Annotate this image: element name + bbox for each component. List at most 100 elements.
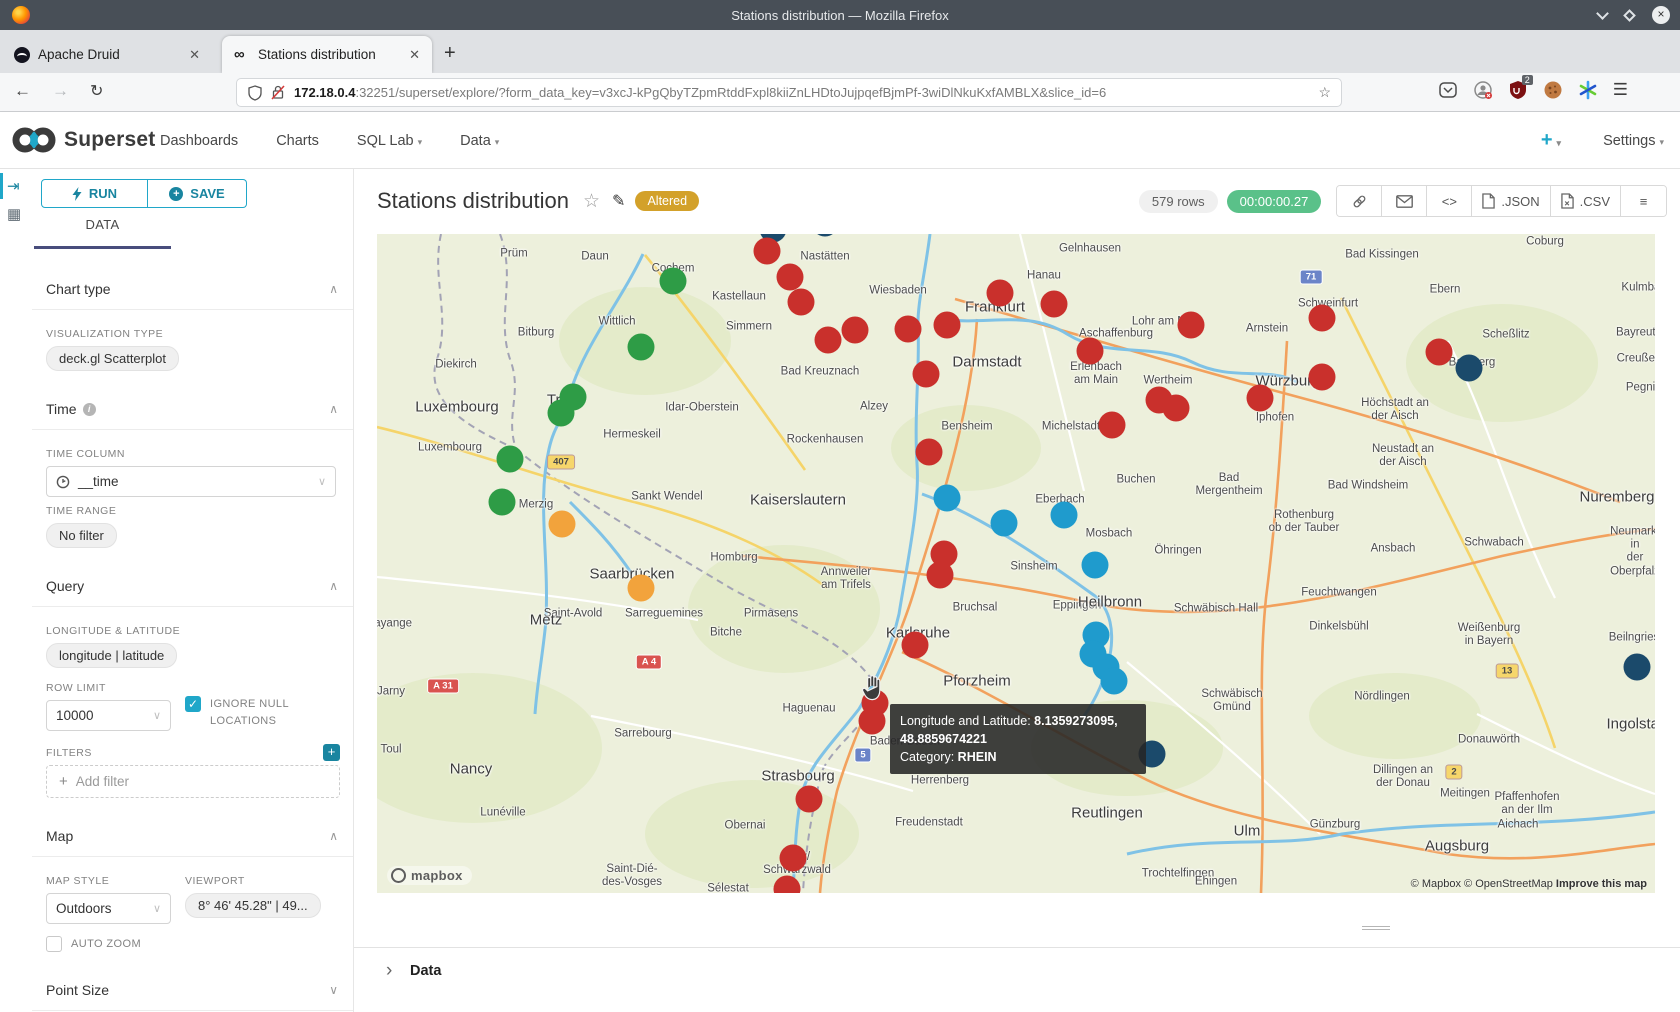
data-point-red[interactable] — [754, 238, 781, 265]
data-point-red[interactable] — [1247, 385, 1274, 412]
data-point-red[interactable] — [788, 289, 815, 316]
collapse-chevron-icon[interactable]: ∧ — [329, 282, 338, 296]
attribution-mapbox[interactable]: © Mapbox — [1411, 878, 1461, 890]
url-bar[interactable]: 172.18.0.4 :32251/superset/explore/?form… — [236, 78, 1342, 107]
data-point-orange[interactable] — [628, 575, 655, 602]
ignore-null-checkbox[interactable]: ✓ — [185, 696, 201, 712]
viewport-pill[interactable]: 8° 46' 45.28" | 49... — [185, 893, 321, 918]
new-tab-button[interactable]: + — [444, 42, 456, 65]
data-point-red[interactable] — [1309, 305, 1336, 332]
ublock-icon[interactable]: 2 — [1508, 80, 1528, 100]
data-point-cyan[interactable] — [1082, 552, 1109, 579]
extension-asterisk-icon[interactable] — [1578, 80, 1598, 100]
add-filter-box[interactable]: + Add filter — [46, 765, 340, 798]
data-point-red[interactable] — [902, 632, 929, 659]
map-style-select[interactable]: Outdoors ∨ — [46, 893, 171, 924]
data-point-green[interactable] — [660, 268, 687, 295]
run-button[interactable]: RUN — [41, 179, 148, 208]
lonlat-pill[interactable]: longitude | latitude — [46, 643, 177, 668]
data-point-red[interactable] — [1041, 291, 1068, 318]
data-point-red[interactable] — [934, 312, 961, 339]
data-point-red[interactable] — [916, 439, 943, 466]
data-point-red[interactable] — [987, 280, 1014, 307]
nav-item-data[interactable]: Data▾ — [460, 133, 499, 149]
section-query[interactable]: Query ∧ — [32, 566, 354, 607]
data-point-red[interactable] — [1309, 364, 1336, 391]
window-close-icon[interactable]: × — [1652, 6, 1670, 24]
add-new-button[interactable]: +▾ — [1541, 129, 1561, 152]
firefox-menu-icon[interactable]: ☰ — [1613, 80, 1628, 100]
email-button[interactable] — [1382, 186, 1427, 216]
section-time[interactable]: Time i ∧ — [32, 389, 354, 430]
section-chart-type[interactable]: Chart type ∧ — [32, 269, 354, 310]
shield-icon[interactable] — [247, 85, 263, 101]
chart-menu-button[interactable]: ≡ — [1621, 186, 1666, 216]
browser-tab-apache-druid[interactable]: Apache Druid ✕ — [2, 36, 212, 73]
data-point-red[interactable] — [1077, 338, 1104, 365]
data-point-green[interactable] — [628, 334, 655, 361]
data-point-red[interactable] — [913, 361, 940, 388]
time-range-pill[interactable]: No filter — [46, 523, 117, 548]
account-icon[interactable] — [1473, 80, 1493, 100]
export-csv-button[interactable]: .CSV — [1551, 186, 1621, 216]
viz-type-pill[interactable]: deck.gl Scatterplot — [46, 346, 179, 371]
browser-tab-stations-distribution[interactable]: ∞ Stations distribution ✕ — [222, 36, 432, 73]
time-column-select[interactable]: __time ∨ — [46, 466, 336, 497]
export-json-button[interactable]: .JSON — [1472, 186, 1550, 216]
data-point-cyan[interactable] — [1101, 668, 1128, 695]
data-point-red[interactable] — [859, 708, 886, 735]
section-point-size[interactable]: Point Size ∨ — [32, 970, 354, 1011]
insecure-lock-icon[interactable] — [271, 85, 285, 100]
tab-close-icon[interactable]: ✕ — [409, 47, 420, 63]
nav-item-dashboards[interactable]: Dashboards — [160, 133, 238, 149]
data-point-red[interactable] — [1426, 339, 1453, 366]
data-point-green[interactable] — [497, 446, 524, 473]
row-limit-select[interactable]: 10000 ∨ — [46, 700, 171, 731]
attribution-osm[interactable]: © OpenStreetMap — [1464, 878, 1553, 890]
data-point-cyan[interactable] — [991, 510, 1018, 537]
data-point-red[interactable] — [777, 264, 804, 291]
cookie-icon[interactable] — [1543, 80, 1563, 100]
data-results-panel[interactable]: › Data — [354, 947, 1680, 1012]
data-point-green[interactable] — [489, 489, 516, 516]
superset-logo[interactable]: Superset — [12, 125, 155, 155]
data-point-red[interactable] — [927, 562, 954, 589]
data-point-red[interactable] — [842, 317, 869, 344]
back-button[interactable]: ← — [14, 81, 31, 101]
reload-button[interactable]: ↻ — [90, 81, 103, 101]
data-point-red[interactable] — [815, 327, 842, 354]
deckgl-scatterplot-map[interactable]: PrümDaunCochemNastättenGelnhausenHanauBa… — [377, 234, 1655, 893]
mapbox-logo[interactable]: mapbox — [387, 866, 472, 885]
bookmark-star-icon[interactable]: ☆ — [1318, 84, 1331, 101]
data-point-green[interactable] — [548, 400, 575, 427]
pocket-icon[interactable] — [1438, 80, 1458, 100]
nav-item-sql-lab[interactable]: SQL Lab▾ — [357, 133, 422, 149]
nav-item-charts[interactable]: Charts — [276, 133, 319, 149]
tab-close-icon[interactable]: ✕ — [189, 47, 200, 63]
embed-code-button[interactable]: <> — [1427, 186, 1472, 216]
section-map[interactable]: Map ∧ — [32, 816, 354, 857]
data-point-orange[interactable] — [549, 511, 576, 538]
auto-zoom-checkbox[interactable] — [46, 936, 62, 952]
window-minimize-icon[interactable] — [1596, 7, 1609, 20]
dataset-grid-icon[interactable]: ▦ — [7, 205, 21, 223]
add-filter-plus-button[interactable]: + — [323, 744, 340, 761]
panel-resize-handle[interactable] — [1362, 926, 1390, 930]
collapse-chevron-icon[interactable]: ∨ — [329, 983, 338, 997]
data-point-navy[interactable] — [1624, 654, 1651, 681]
data-point-navy[interactable] — [1456, 355, 1483, 382]
save-button[interactable]: + SAVE — [148, 179, 247, 208]
chevron-right-icon[interactable]: › — [386, 960, 392, 982]
improve-map-link[interactable]: Improve this map — [1556, 878, 1647, 890]
settings-menu[interactable]: Settings▾ — [1603, 133, 1664, 149]
data-point-red[interactable] — [895, 316, 922, 343]
collapse-chevron-icon[interactable]: ∧ — [329, 829, 338, 843]
data-point-red[interactable] — [1178, 312, 1205, 339]
collapse-panel-icon[interactable]: ⇥ — [7, 177, 20, 195]
data-point-red[interactable] — [1163, 395, 1190, 422]
data-point-red[interactable] — [1099, 412, 1126, 439]
copy-link-button[interactable] — [1337, 186, 1382, 216]
data-point-cyan[interactable] — [1051, 502, 1078, 529]
edit-properties-icon[interactable]: ✎ — [612, 191, 625, 211]
data-point-red[interactable] — [780, 845, 807, 872]
